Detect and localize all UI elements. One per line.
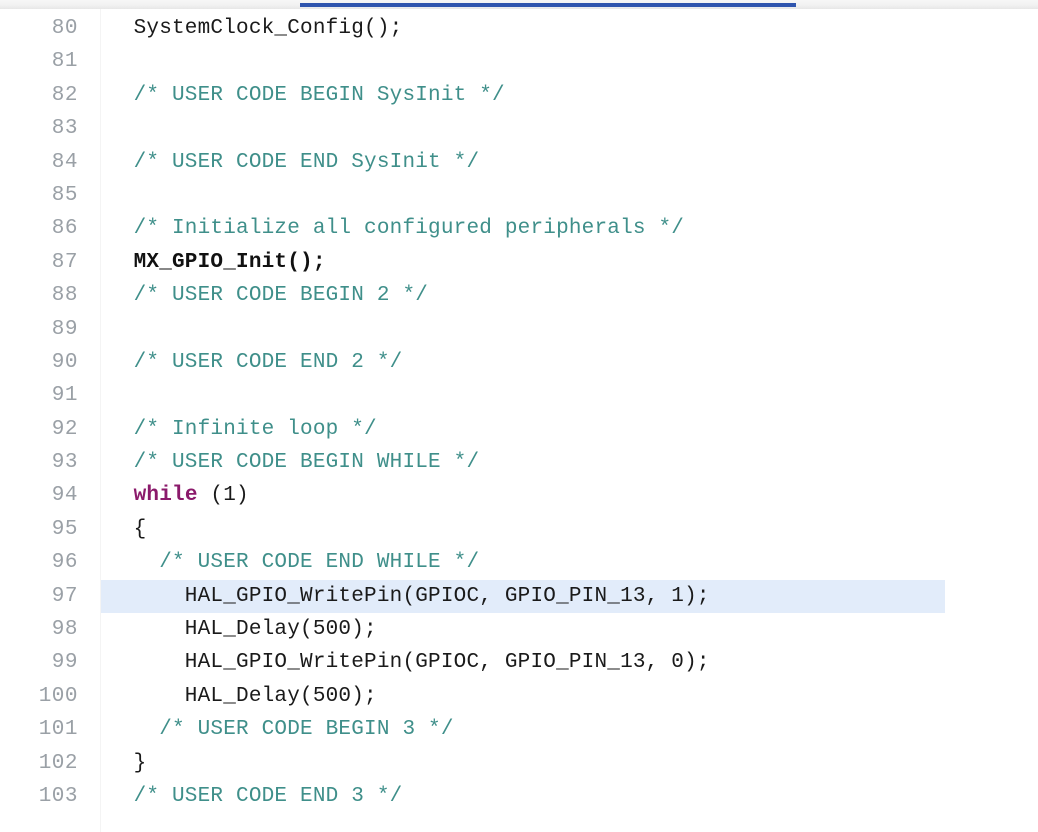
line-number: 101 (38, 718, 78, 742)
code-token-plain: HAL_Delay(500); (108, 618, 377, 642)
code-token-plain: HAL_GPIO_WritePin(GPIOC, GPIO_PIN_13, 0)… (108, 651, 710, 675)
code-line-text[interactable]: /* Infinite loop */ (108, 413, 377, 446)
line-number: 80 (51, 17, 78, 40)
code-token-plain: } (108, 751, 147, 775)
code-line[interactable]: 87 MX_GPIO_Init(); (0, 246, 1038, 279)
line-number: 86 (51, 217, 78, 241)
editor-tab-strip (0, 0, 1038, 9)
code-line-text[interactable]: { (108, 513, 147, 546)
code-line[interactable]: 84 /* USER CODE END SysInit */ (0, 146, 1038, 179)
code-token-comment: /* USER CODE BEGIN SysInit */ (108, 83, 505, 107)
line-number: 103 (38, 784, 78, 808)
code-line[interactable]: 86 /* Initialize all configured peripher… (0, 212, 1038, 245)
code-line[interactable]: 80 SystemClock_Config(); (0, 12, 1038, 45)
code-token-plain: HAL_GPIO_WritePin(GPIOC, GPIO_PIN_13, 1)… (108, 584, 710, 608)
code-token-comment: /* USER CODE BEGIN 2 */ (108, 284, 429, 308)
code-line-text[interactable]: /* USER CODE END 3 */ (108, 780, 403, 813)
code-line[interactable]: 89 (0, 313, 1038, 346)
code-line-text[interactable]: HAL_Delay(500); (108, 613, 377, 646)
code-token-plain: HAL_Delay(500); (108, 684, 377, 708)
code-line[interactable]: 85 (0, 179, 1038, 212)
active-tab-underline (300, 3, 796, 7)
code-line-text[interactable]: /* Initialize all configured peripherals… (108, 212, 684, 245)
code-line-text[interactable]: /* USER CODE BEGIN SysInit */ (108, 79, 505, 112)
code-line[interactable]: 90 /* USER CODE END 2 */ (0, 346, 1038, 379)
code-line-text[interactable]: HAL_GPIO_WritePin(GPIOC, GPIO_PIN_13, 0)… (108, 646, 710, 679)
code-token-comment: /* USER CODE END 2 */ (108, 350, 403, 374)
line-number: 91 (51, 384, 78, 408)
line-number: 99 (51, 651, 78, 675)
line-number: 102 (38, 751, 78, 775)
code-token-comment: /* USER CODE BEGIN 3 */ (108, 718, 454, 742)
code-line-text[interactable]: MX_GPIO_Init(); (108, 246, 326, 279)
code-line[interactable]: 101 /* USER CODE BEGIN 3 */ (0, 713, 1038, 746)
code-line[interactable]: 96 /* USER CODE END WHILE */ (0, 546, 1038, 579)
code-editor-pane[interactable]: 80 SystemClock_Config(); 81 82 /* USER COD… (0, 9, 1038, 832)
line-number: 83 (51, 117, 78, 141)
line-number: 100 (38, 684, 78, 708)
line-number: 87 (51, 250, 78, 274)
code-line-text[interactable]: HAL_Delay(500); (108, 680, 377, 713)
line-number: 94 (51, 484, 78, 508)
code-line[interactable]: 102 } (0, 747, 1038, 780)
code-line-text[interactable]: /* USER CODE BEGIN WHILE */ (108, 446, 479, 479)
line-number: 82 (51, 83, 78, 107)
code-token-plain: SystemClock_Config(); (108, 17, 403, 40)
code-line[interactable]: 93 /* USER CODE BEGIN WHILE */ (0, 446, 1038, 479)
line-number: 88 (51, 284, 78, 308)
code-line[interactable]: 99 HAL_GPIO_WritePin(GPIOC, GPIO_PIN_13,… (0, 646, 1038, 679)
line-number: 85 (51, 183, 78, 207)
line-number: 90 (51, 350, 78, 374)
code-line-list: 80 SystemClock_Config(); 81 82 /* USER COD… (0, 12, 1038, 813)
line-number: 96 (51, 551, 78, 575)
line-number: 93 (51, 451, 78, 475)
code-line-text[interactable]: SystemClock_Config(); (108, 12, 403, 45)
code-line-text[interactable]: /* USER CODE END WHILE */ (108, 546, 479, 579)
line-number: 95 (51, 517, 78, 541)
code-line[interactable]: 91 (0, 379, 1038, 412)
code-token-keyword: while (133, 484, 198, 508)
code-line[interactable]: 103 /* USER CODE END 3 */ (0, 780, 1038, 813)
code-line-text[interactable]: while (1) (108, 479, 249, 512)
code-line[interactable]: 92 /* Infinite loop */ (0, 413, 1038, 446)
code-line[interactable]: 98 HAL_Delay(500); (0, 613, 1038, 646)
code-token-comment: /* Initialize all configured peripherals… (108, 217, 685, 241)
code-token-comment: /* USER CODE END SysInit */ (108, 150, 480, 174)
code-line[interactable]: 83 (0, 112, 1038, 145)
code-line-text[interactable]: /* USER CODE BEGIN 3 */ (108, 713, 454, 746)
code-token-comment: /* USER CODE BEGIN WHILE */ (108, 451, 480, 475)
code-line[interactable]: 81 (0, 45, 1038, 78)
code-line[interactable]: 94 while (1) (0, 479, 1038, 512)
code-line-text[interactable]: /* USER CODE BEGIN 2 */ (108, 279, 428, 312)
code-token-plain: { (108, 517, 147, 541)
code-line-text[interactable]: /* USER CODE END 2 */ (108, 346, 403, 379)
code-line[interactable]: 95 { (0, 513, 1038, 546)
line-number: 84 (51, 150, 78, 174)
code-line[interactable]: 97 HAL_GPIO_WritePin(GPIOC, GPIO_PIN_13,… (0, 579, 1038, 614)
code-line[interactable]: 82 /* USER CODE BEGIN SysInit */ (0, 79, 1038, 112)
code-line-text[interactable]: } (108, 747, 147, 780)
code-token-comment: /* USER CODE END 3 */ (108, 784, 403, 808)
code-line-text[interactable]: HAL_GPIO_WritePin(GPIOC, GPIO_PIN_13, 1)… (108, 580, 710, 613)
line-number: 81 (51, 50, 78, 74)
code-line[interactable]: 88 /* USER CODE BEGIN 2 */ (0, 279, 1038, 312)
code-line[interactable]: 100 HAL_Delay(500); (0, 680, 1038, 713)
line-number: 98 (51, 618, 78, 642)
code-line-text[interactable]: /* USER CODE END SysInit */ (108, 146, 479, 179)
line-number: 92 (51, 417, 78, 441)
line-number: 89 (51, 317, 78, 341)
code-token-bold: MX_GPIO_Init(); (108, 250, 326, 274)
code-token-comment: /* USER CODE END WHILE */ (108, 551, 480, 575)
code-token-comment: /* Infinite loop */ (108, 417, 377, 441)
line-number: 97 (51, 584, 78, 608)
code-token-plain: (1) (197, 484, 249, 508)
code-editor-window: 80 SystemClock_Config(); 81 82 /* USER COD… (0, 0, 1038, 832)
